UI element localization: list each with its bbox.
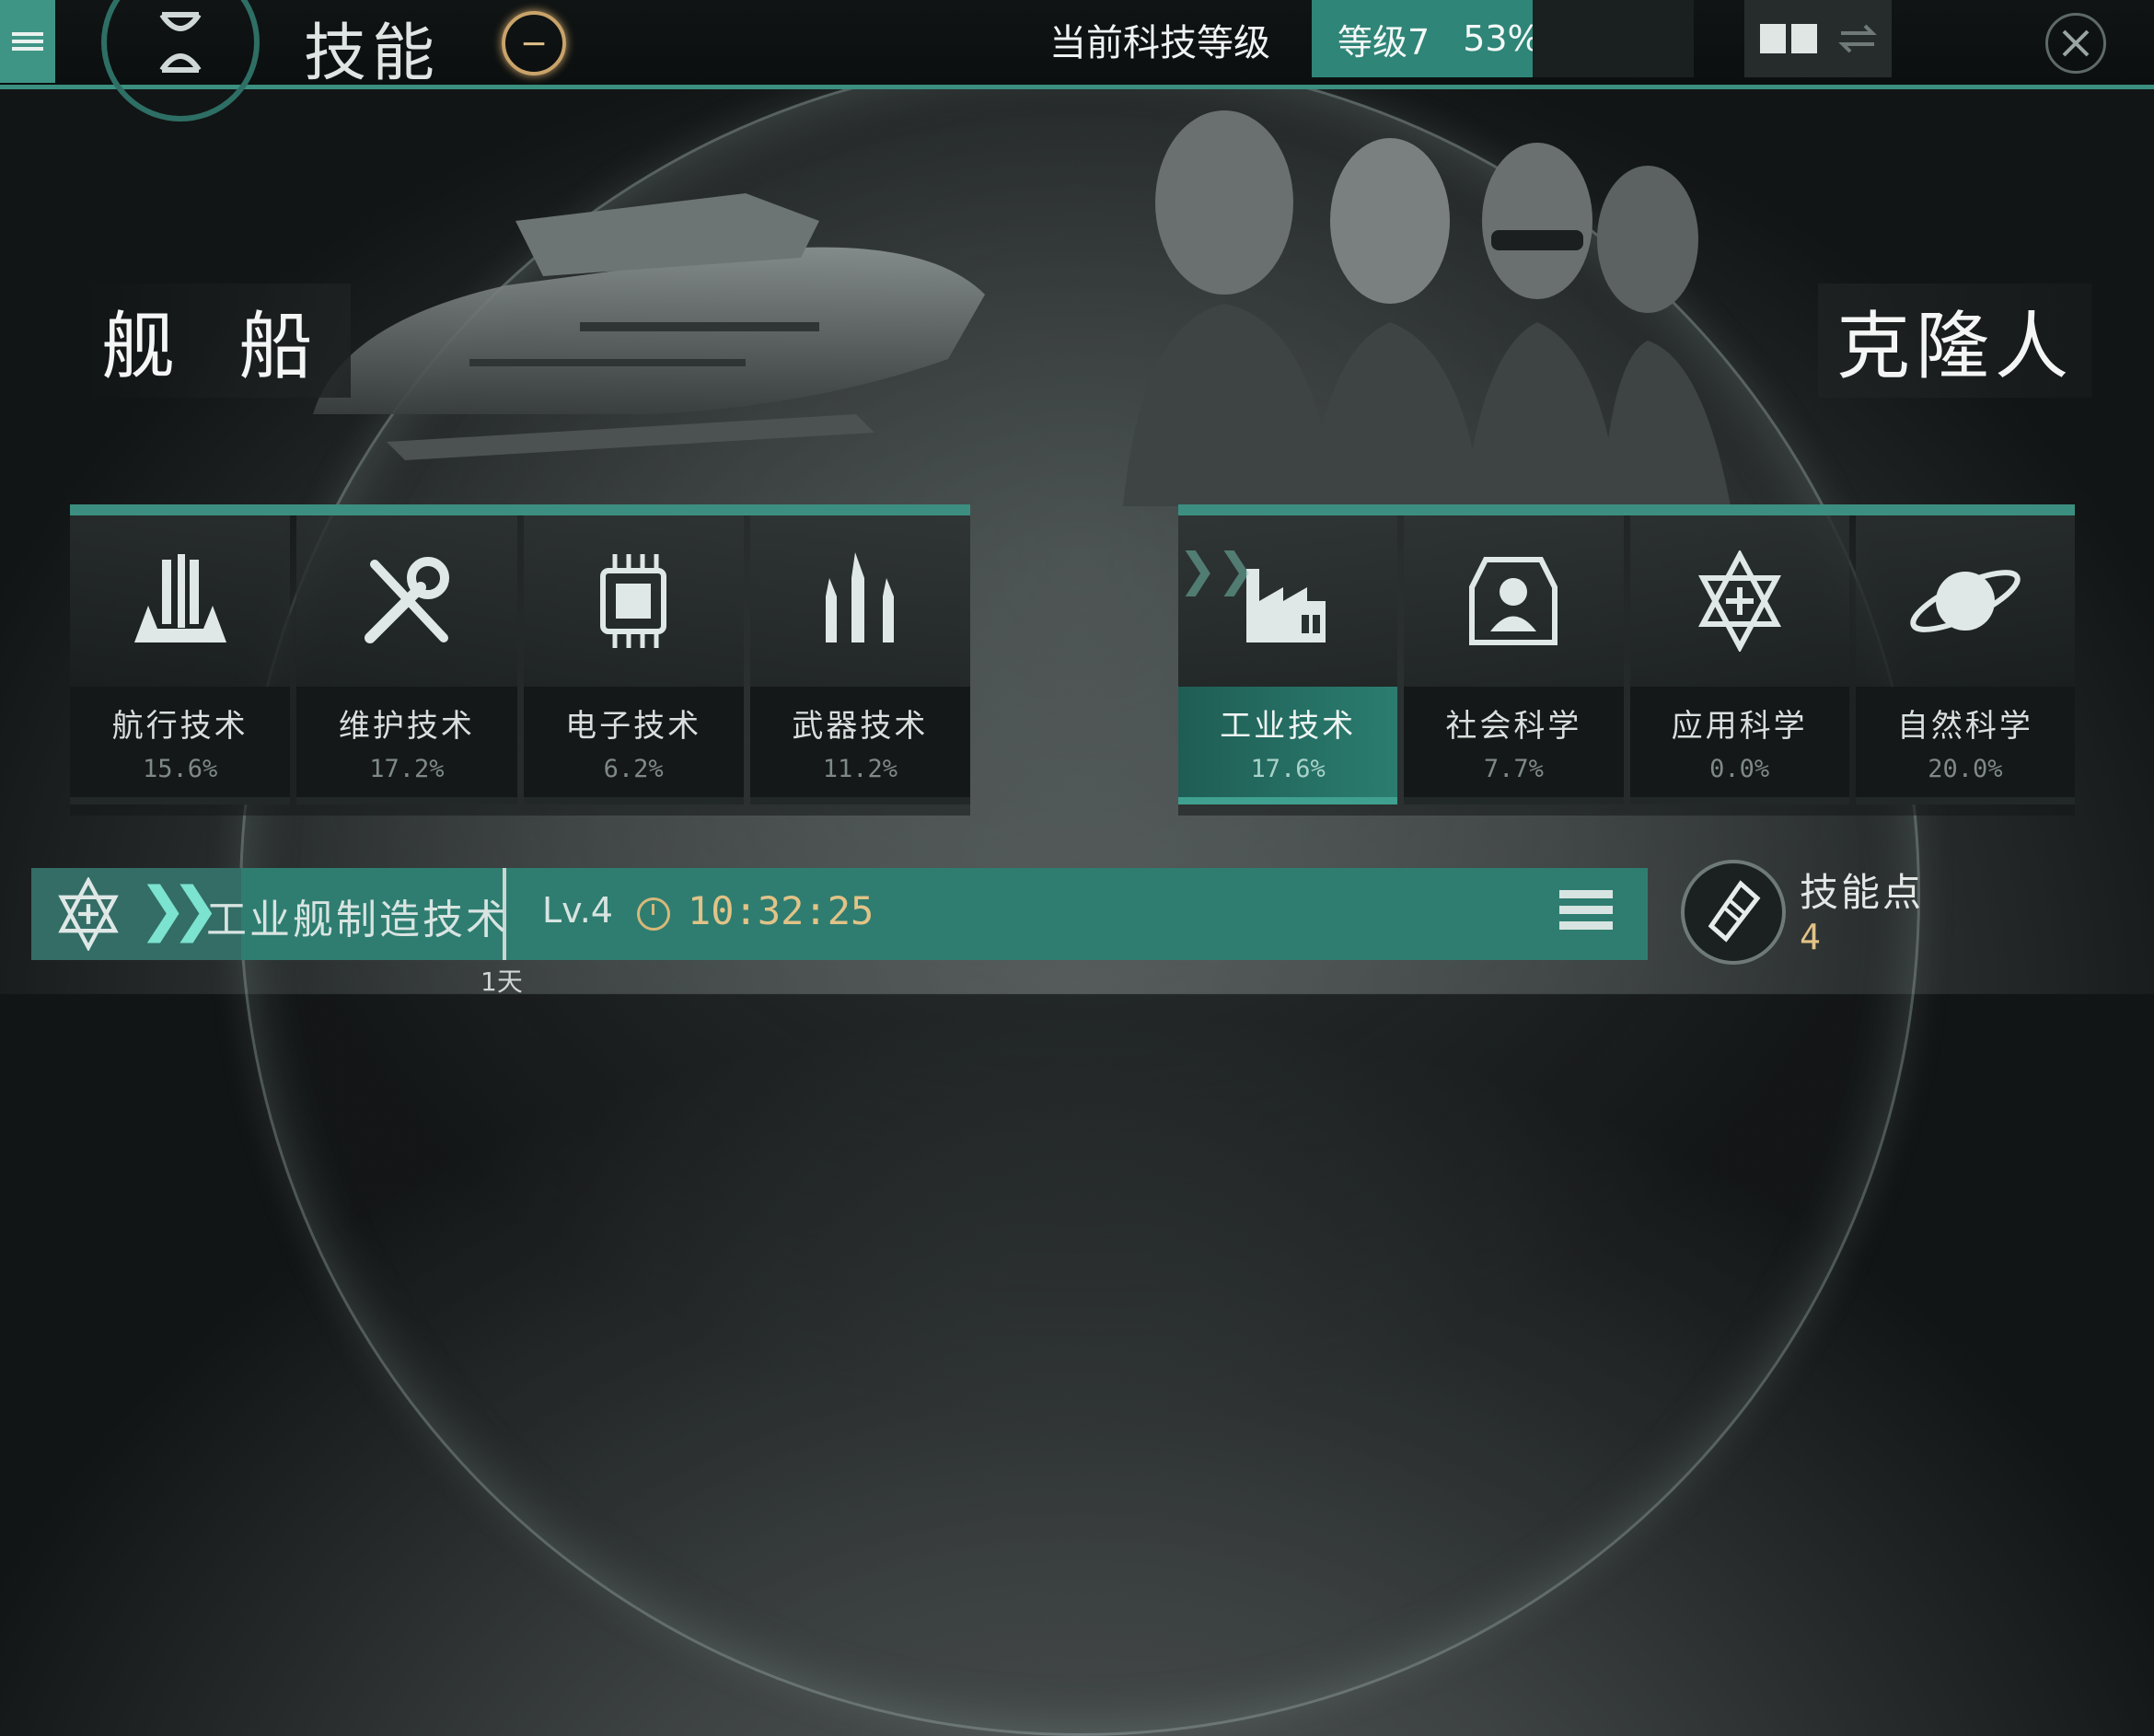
active-chevron-icon: ❯❯ <box>1178 543 1256 596</box>
close-button[interactable] <box>2045 13 2106 74</box>
skill-name: 武器技术 <box>792 708 929 745</box>
ship-skills-panel: 航行技术 15.6% 维护技术 17.2% 电子技术 6.2% 武器技术 11.… <box>70 504 970 816</box>
ship-section-label: 舰 船 <box>83 284 352 398</box>
ship-icon <box>133 554 226 642</box>
research-level: Lv.4 <box>542 890 613 931</box>
skill-name: 自然科学 <box>1896 708 2033 745</box>
battleship-illustration <box>313 193 985 460</box>
skill-card-maintenance[interactable]: 维护技术 17.2% <box>296 515 517 816</box>
atom-star-icon <box>58 877 119 951</box>
page-title: 技能 <box>304 17 441 90</box>
skill-card-navigation[interactable]: 航行技术 15.6% <box>70 515 291 816</box>
skill-name: 电子技术 <box>565 708 702 745</box>
skill-percent: 7.7% <box>1483 755 1544 783</box>
skill-percent: 0.0% <box>1709 755 1770 783</box>
research-name: 工业舰制造技术 <box>206 897 509 943</box>
skill-percent: 15.6% <box>142 755 218 783</box>
skill-name: 维护技术 <box>338 708 475 745</box>
tech-level-track <box>1533 0 1694 77</box>
tech-level-value: 等级7 <box>1338 21 1430 63</box>
clock-icon <box>637 897 670 931</box>
skill-card-weapons[interactable]: 武器技术 11.2% <box>749 515 970 816</box>
clone-crew-illustration <box>1123 110 1731 506</box>
queue-list-button[interactable] <box>1559 890 1613 937</box>
chip-icon <box>600 554 667 648</box>
atom-star-icon <box>1697 550 1781 652</box>
skill-card-electronics[interactable]: 电子技术 6.2% <box>523 515 744 816</box>
skill-percent: 17.2% <box>369 755 445 783</box>
skill-name: 航行技术 <box>111 708 249 745</box>
skill-chip-icon <box>1708 880 1761 943</box>
top-bar: 技能 − 当前科技等级 等级7 53% <box>0 0 2154 122</box>
current-research-bar[interactable]: ❯❯ 工业舰制造技术 Lv.4 10:32:25 <box>31 868 1648 960</box>
skill-percent: 6.2% <box>603 755 664 783</box>
skill-points-value: 4 <box>1800 917 1821 957</box>
skill-card-natural-science[interactable]: 自然科学 20.0% <box>1855 515 2075 816</box>
list-icon <box>1559 890 1613 930</box>
skill-name: 工业技术 <box>1220 708 1357 745</box>
planet-icon <box>1910 570 2021 632</box>
skill-points-button[interactable] <box>1681 860 1786 965</box>
close-icon <box>2062 29 2090 57</box>
clone-skills-panel: ❯❯ 工业技术 17.6% 社会科学 7.7% 应用科学 0.0% 自然科学 2… <box>1178 504 2075 816</box>
skill-percent: 11.2% <box>822 755 898 783</box>
skill-card-industry[interactable]: ❯❯ 工业技术 17.6% <box>1178 515 1398 816</box>
skill-name: 社会科学 <box>1445 708 1582 745</box>
skill-card-social-science[interactable]: 社会科学 7.7% <box>1404 515 1624 816</box>
hamburger-icon <box>12 29 43 54</box>
missiles-icon <box>826 552 895 642</box>
menu-button[interactable] <box>0 0 55 83</box>
double-chevron-icon: ❯❯ <box>138 875 220 943</box>
tech-level-progress: 53% <box>1463 18 1541 59</box>
clone-section-label: 克隆人 <box>1818 284 2092 398</box>
skill-percent: 17.6% <box>1250 755 1326 783</box>
swap-icon <box>1838 24 1877 53</box>
skill-percent: 20.0% <box>1928 755 2003 783</box>
skill-name: 应用科学 <box>1671 708 1808 745</box>
skill-points-label: 技能点 <box>1800 870 1925 915</box>
person-icon <box>1469 557 1558 645</box>
research-timer: 10:32:25 <box>688 888 874 933</box>
tech-level-bar: 等级7 53% <box>1312 0 1558 77</box>
wrench-screwdriver-icon <box>364 557 449 643</box>
dna-icon <box>159 12 202 73</box>
day-marker-label: 1天 <box>481 966 523 997</box>
collapse-badge[interactable]: − <box>502 11 566 75</box>
view-toggle-button[interactable] <box>1744 0 1892 77</box>
tech-level-label: 当前科技等级 <box>1049 22 1270 64</box>
skill-card-applied-science[interactable]: 应用科学 0.0% <box>1629 515 1849 816</box>
grid-icon <box>1760 24 1817 53</box>
